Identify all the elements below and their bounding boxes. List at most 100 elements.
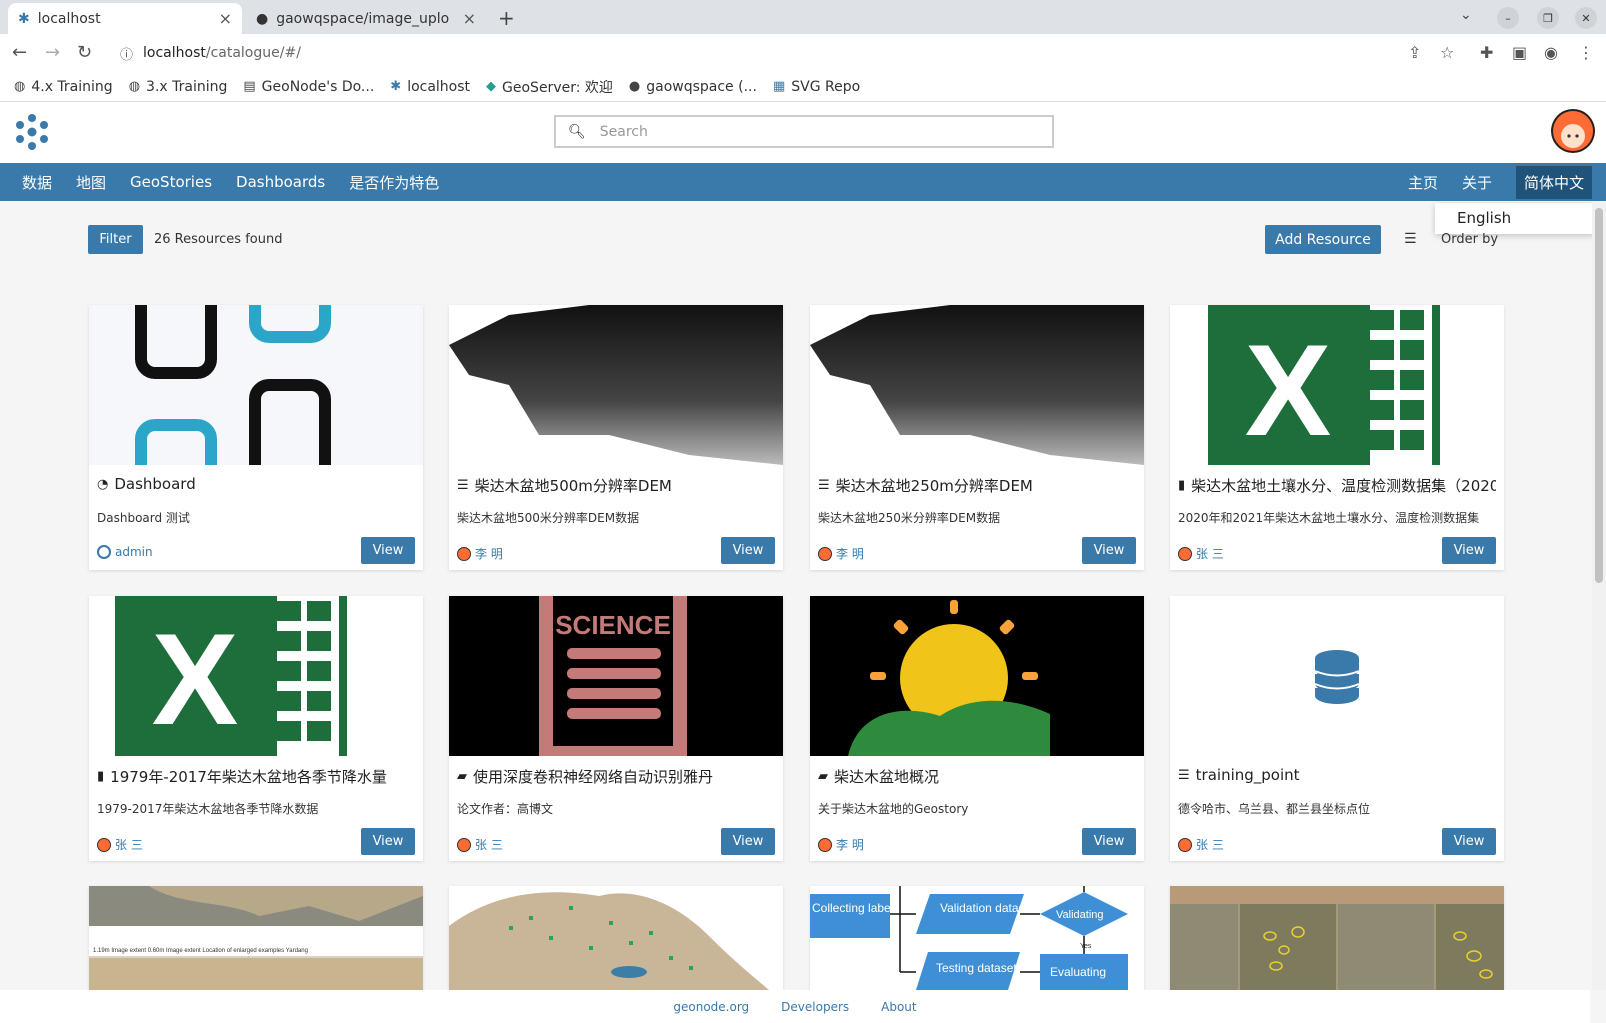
card-thumbnail[interactable]: 1.19m Image extent 0.60m Image extent Lo… [89, 886, 423, 990]
card-owner[interactable]: 张 三 [1178, 836, 1224, 853]
new-tab-icon[interactable]: + [498, 6, 515, 30]
card-thumbnail[interactable] [810, 596, 1144, 756]
card-thumbnail[interactable] [89, 305, 423, 465]
card-description: 2020年和2021年柴达木盆地土壤水分、温度检测数据集 [1178, 511, 1480, 525]
card-owner[interactable]: 李 明 [818, 545, 864, 562]
profile-icon[interactable]: ◉ [1544, 43, 1558, 62]
svg-text:SCIENCE: SCIENCE [555, 610, 671, 640]
github-favicon-icon: ● [256, 10, 269, 27]
extensions-icon[interactable]: ✚ [1480, 43, 1493, 62]
close-window-icon[interactable]: ✕ [1575, 7, 1597, 29]
scrollbar-thumb[interactable] [1595, 208, 1603, 583]
restore-icon[interactable]: ❐ [1537, 7, 1559, 29]
view-button[interactable]: View [1082, 537, 1136, 564]
footer-link-geonode[interactable]: geonode.org [673, 1000, 749, 1014]
bookmark-item[interactable]: ◆ GeoServer: 欢迎 [486, 77, 613, 97]
menu-item-about[interactable]: 关于 [1462, 172, 1492, 193]
view-button[interactable]: View [1442, 828, 1496, 855]
forward-icon[interactable]: → [45, 42, 60, 63]
card-owner[interactable]: 张 三 [457, 836, 503, 853]
browser-tab-github[interactable]: ● gaowqspace/image_uplo × [246, 3, 486, 34]
card-thumbnail[interactable] [1170, 596, 1504, 756]
resource-card [1170, 886, 1504, 990]
owner-avatar [818, 837, 832, 852]
card-title[interactable]: ☰ training_point [1178, 766, 1496, 784]
menu-kebab-icon[interactable]: ⋮ [1578, 43, 1594, 62]
site-info-icon[interactable]: ⓘ [120, 44, 133, 63]
minimize-icon[interactable]: – [1497, 7, 1519, 29]
view-button[interactable]: View [361, 537, 415, 564]
svg-text:X: X [152, 606, 239, 752]
card-description: 柴达木盆地250米分辨率DEM数据 [818, 511, 1001, 525]
database-icon: ☰ [818, 478, 830, 493]
menu-item-geostories[interactable]: GeoStories [130, 173, 212, 191]
close-tab-icon[interactable]: × [219, 9, 232, 28]
card-title[interactable]: ▮ 1979年-2017年柴达木盆地各季节降水量 [97, 766, 415, 787]
card-thumbnail[interactable]: X [89, 596, 423, 756]
bookmark-item[interactable]: ◍ 3.x Training [129, 79, 228, 95]
search-input[interactable] [599, 123, 1040, 140]
card-title[interactable]: ◔ Dashboard [97, 475, 415, 493]
back-icon[interactable]: ← [12, 42, 27, 63]
filter-button[interactable]: Filter [88, 225, 143, 254]
share-icon[interactable]: ⇪ [1408, 43, 1421, 62]
card-title[interactable]: ▮ 柴达木盆地土壤水分、温度检测数据集（2020... [1178, 475, 1496, 496]
user-avatar[interactable] [1551, 109, 1595, 153]
browser-tab-localhost[interactable]: ✱ localhost × [8, 3, 242, 34]
card-thumbnail[interactable] [449, 305, 783, 465]
owner-avatar [1178, 837, 1192, 852]
footer-link-about[interactable]: About [881, 1000, 916, 1014]
geonode-favicon-icon: ✱ [18, 10, 30, 27]
card-title[interactable]: ▰ 使用深度卷积神经网络自动识别雅丹 [457, 766, 775, 787]
card-thumbnail[interactable]: Collecting labeled data Validation datas… [810, 886, 1144, 990]
card-title[interactable]: ☰ 柴达木盆地500m分辨率DEM [457, 475, 775, 496]
card-owner[interactable]: 张 三 [97, 836, 143, 853]
bookmark-star-icon[interactable]: ☆ [1440, 43, 1454, 62]
bookmark-item[interactable]: ● gaowqspace (... [629, 79, 757, 95]
bookmark-item[interactable]: ▤ GeoNode's Do... [243, 79, 374, 95]
card-owner[interactable]: 李 明 [457, 545, 503, 562]
reload-icon[interactable]: ↻ [77, 42, 92, 63]
card-thumbnail[interactable]: X [1170, 305, 1504, 465]
view-button[interactable]: View [721, 537, 775, 564]
card-title[interactable]: ▰ 柴达木盆地概况 [818, 766, 1136, 787]
add-resource-button[interactable]: Add Resource [1265, 225, 1381, 254]
bookmark-item[interactable]: ✱ localhost [390, 79, 470, 95]
menu-item-featured[interactable]: 是否作为特色 [349, 172, 439, 193]
footer-link-developers[interactable]: Developers [781, 1000, 849, 1014]
card-thumbnail[interactable] [449, 886, 783, 990]
book-icon: ▰ [457, 769, 467, 784]
card-title[interactable]: ☰ 柴达木盆地250m分辨率DEM [818, 475, 1136, 496]
card-thumbnail[interactable]: SCIENCE [449, 596, 783, 756]
resource-card: ▰ 柴达木盆地概况 关于柴达木盆地的Geostory 李 明 View [810, 596, 1144, 861]
card-owner[interactable]: 李 明 [818, 836, 864, 853]
search-icon: 🔍︎ [568, 123, 586, 140]
close-tab-icon[interactable]: × [463, 9, 476, 28]
card-thumbnail[interactable] [1170, 886, 1504, 990]
resource-card: X ▮ 1979年-2017年柴达木盆地各季节降水量 1979-2017年柴达木盆… [89, 596, 423, 861]
geonode-logo-icon[interactable] [12, 112, 52, 152]
view-button[interactable]: View [361, 828, 415, 855]
bookmark-item[interactable]: ▦ SVG Repo [773, 79, 860, 95]
view-button[interactable]: View [1442, 537, 1496, 564]
view-button[interactable]: View [721, 828, 775, 855]
language-selector[interactable]: 简体中文 [1515, 165, 1592, 199]
card-thumbnail[interactable] [810, 305, 1144, 465]
menu-item-home[interactable]: 主页 [1408, 172, 1438, 193]
card-owner[interactable]: admin [97, 545, 153, 559]
list-view-icon[interactable]: ☰ [1404, 231, 1417, 247]
url-bar[interactable]: ⓘ localhost/catalogue/#/ [108, 38, 1368, 68]
language-option-english[interactable]: English [1435, 203, 1595, 234]
resource-card: Collecting labeled data Validation datas… [810, 886, 1144, 990]
menu-item-dashboards[interactable]: Dashboards [236, 173, 325, 191]
card-owner[interactable]: 张 三 [1178, 545, 1224, 562]
order-by-dropdown[interactable]: Order by [1441, 232, 1498, 247]
menu-item-data[interactable]: 数据 [22, 172, 52, 193]
side-panel-icon[interactable]: ▣ [1512, 43, 1527, 62]
bookmark-item[interactable]: ◍ 4.x Training [14, 79, 113, 95]
owner-avatar [457, 546, 471, 561]
menu-item-maps[interactable]: 地图 [76, 172, 106, 193]
view-button[interactable]: View [1082, 828, 1136, 855]
search-box: 🔍︎ [554, 115, 1054, 148]
tab-search-icon[interactable]: ⌄ [1460, 7, 1472, 23]
